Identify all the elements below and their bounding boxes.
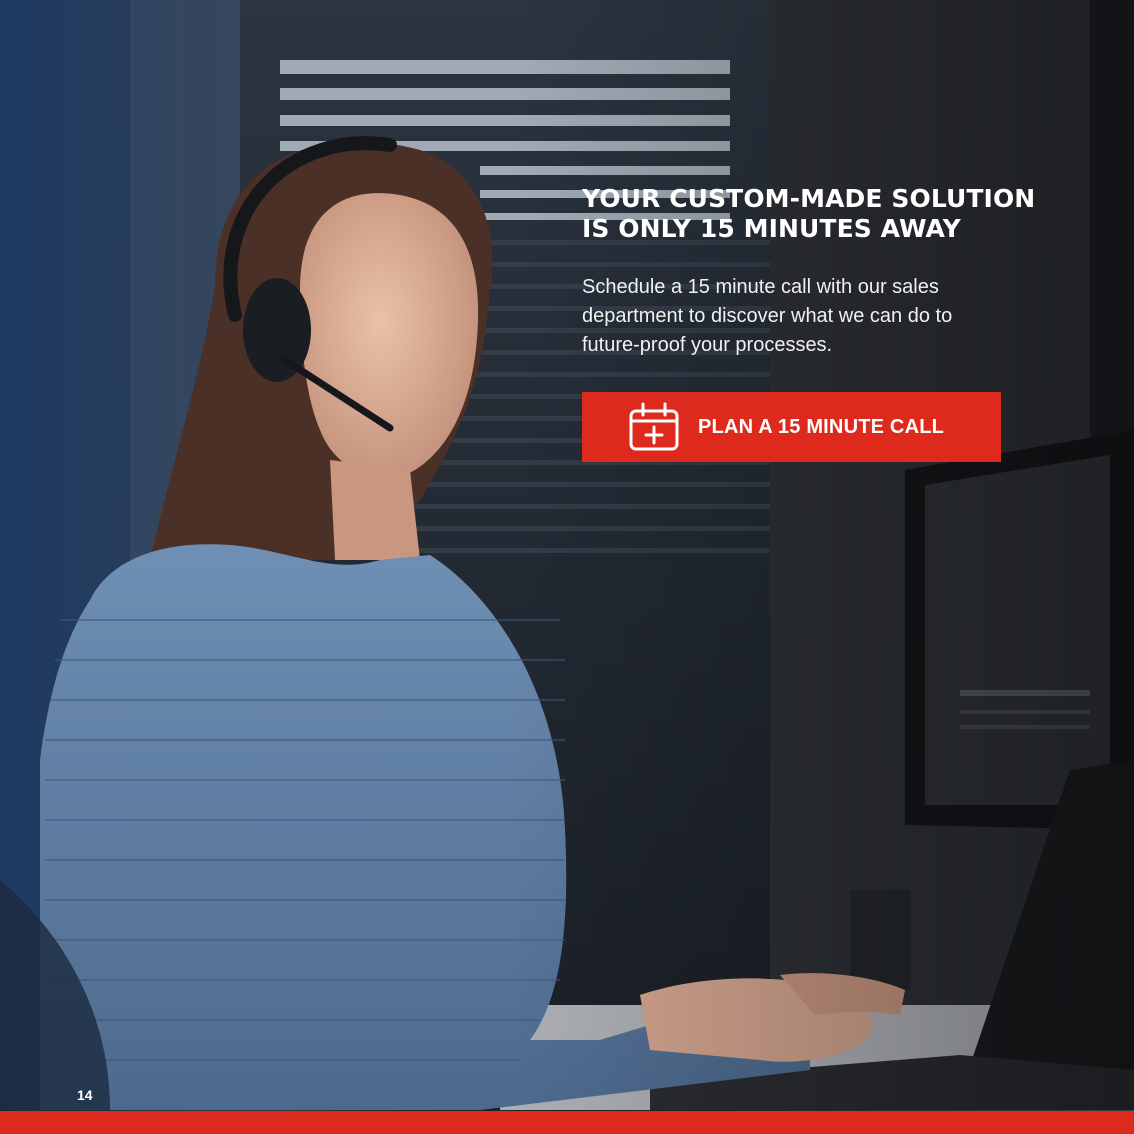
- plan-call-label: PLAN A 15 MINUTE CALL: [698, 416, 945, 438]
- intro-line-2: department to discover what we can do to: [582, 305, 953, 327]
- brochure-page: YOUR CUSTOM-MADE SOLUTION IS ONLY 15 MIN…: [0, 0, 1134, 1134]
- intro-line-3: future-proof your processes.: [582, 334, 833, 356]
- intro-paragraph: Schedule a 15 minute call with our sales…: [582, 273, 1022, 360]
- page-number: 14: [77, 1087, 93, 1103]
- headline: YOUR CUSTOM-MADE SOLUTION IS ONLY 15 MIN…: [582, 184, 1082, 244]
- bottom-accent-bar: [0, 1111, 1134, 1134]
- headline-line-2: IS ONLY 15 MINUTES AWAY: [582, 214, 961, 243]
- background-photo: [0, 0, 1134, 1110]
- headline-line-1: YOUR CUSTOM-MADE SOLUTION: [582, 184, 1036, 213]
- calendar-add-icon: [629, 402, 679, 451]
- plan-call-button[interactable]: PLAN A 15 MINUTE CALL: [582, 392, 1001, 462]
- intro-line-1: Schedule a 15 minute call with our sales: [582, 276, 939, 298]
